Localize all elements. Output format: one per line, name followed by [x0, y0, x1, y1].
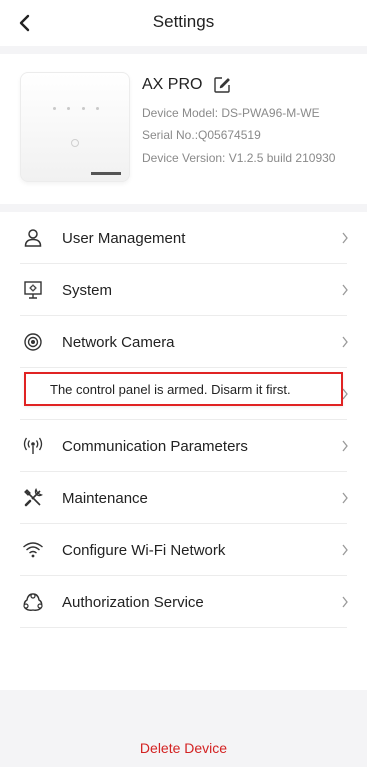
wifi-icon	[21, 538, 45, 562]
device-card: AX PRO Device Model: DS-PWA96-M-WE Seria…	[0, 54, 367, 204]
menu-item-system[interactable]: System	[0, 264, 367, 316]
header-bar: Settings	[0, 0, 367, 46]
user-icon	[21, 226, 45, 250]
camera-icon	[21, 330, 45, 354]
device-version: Device Version: V1.2.5 build 210930	[142, 151, 336, 165]
device-serial: Serial No.:Q05674519	[142, 128, 261, 142]
menu-item-label: User Management	[62, 229, 186, 247]
device-sensor	[71, 139, 79, 147]
chevron-right-icon	[339, 283, 351, 297]
menu-item-user-management[interactable]: User Management	[0, 212, 367, 264]
menu-item-label: Authorization Service	[62, 593, 204, 611]
device-name: AX PRO	[142, 76, 203, 93]
menu-item-wifi[interactable]: Configure Wi-Fi Network	[0, 524, 367, 576]
armed-warning-toast: The control panel is armed. Disarm it fi…	[24, 372, 343, 406]
settings-menu: User Management System Network Camera Co…	[0, 212, 367, 690]
menu-item-label: Communication Parameters	[62, 437, 248, 455]
menu-item-authorization-service[interactable]: Authorization Service	[0, 576, 367, 628]
device-led-dots	[53, 107, 99, 110]
menu-item-label: Network Camera	[62, 333, 175, 351]
chevron-right-icon	[339, 439, 351, 453]
edit-icon[interactable]	[212, 75, 232, 95]
chevron-right-icon	[339, 231, 351, 245]
device-brand-mark	[91, 172, 121, 175]
chevron-right-icon	[339, 491, 351, 505]
menu-item-network-camera[interactable]: Network Camera	[0, 316, 367, 368]
page-title: Settings	[152, 12, 215, 31]
delete-device-button[interactable]: Delete Device	[0, 740, 367, 756]
menu-item-label: Maintenance	[62, 489, 148, 507]
chevron-right-icon	[339, 543, 351, 557]
tools-icon	[21, 486, 45, 510]
menu-item-label: Configure Wi-Fi Network	[62, 541, 226, 559]
menu-item-label: System	[62, 281, 113, 299]
device-image	[20, 72, 130, 182]
menu-item-maintenance[interactable]: Maintenance	[0, 472, 367, 524]
authorization-icon	[21, 590, 45, 614]
device-model: Device Model: DS-PWA96-M-WE	[142, 106, 320, 120]
signal-icon	[21, 434, 45, 458]
device-name-row: AX PRO	[142, 74, 232, 96]
divider	[20, 627, 347, 628]
menu-item-communication-parameters[interactable]: Communication Parameters	[0, 420, 367, 472]
chevron-right-icon	[339, 335, 351, 349]
system-icon	[21, 278, 45, 302]
chevron-right-icon	[339, 595, 351, 609]
